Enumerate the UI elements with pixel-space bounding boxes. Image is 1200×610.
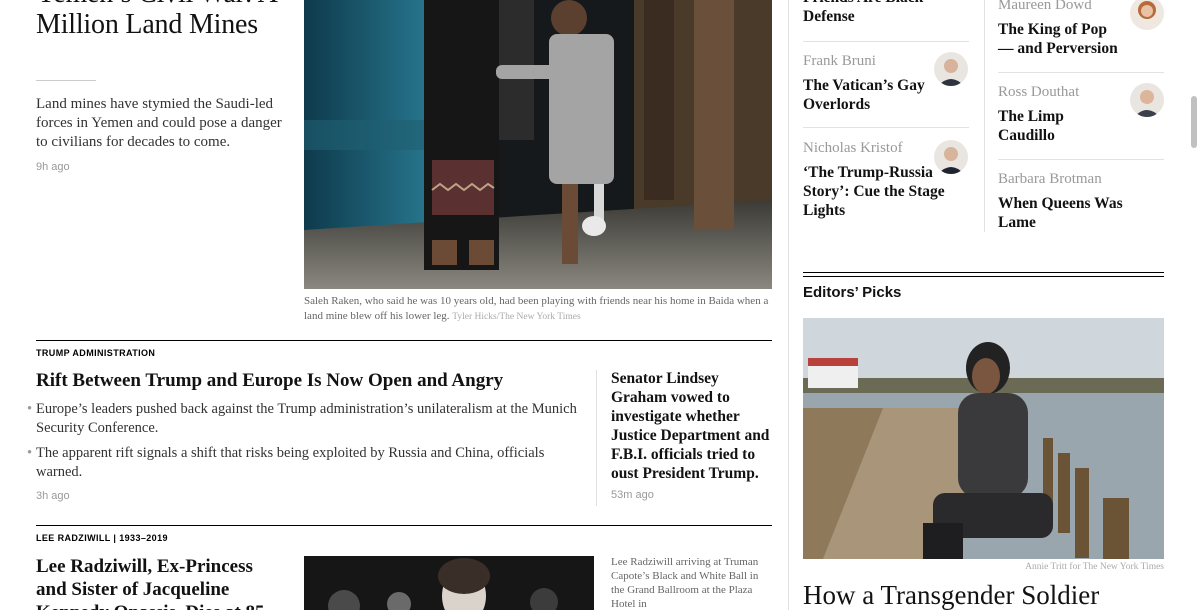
bruni-avatar[interactable]	[934, 52, 968, 86]
lead-story-photo[interactable]	[304, 0, 772, 289]
opinion-headline-0[interactable]: Friends Are Black Defense	[803, 0, 933, 26]
columnist-photo	[1130, 0, 1164, 30]
radziwill-kicker[interactable]: LEE RADZIWILL | 1933–2019	[36, 533, 168, 543]
kristof-avatar[interactable]	[934, 140, 968, 174]
scrollbar-thumb[interactable]	[1191, 96, 1197, 148]
bullet-text: The apparent rift signals a shift that r…	[36, 445, 545, 480]
radziwill-photo[interactable]	[304, 556, 594, 610]
column-divider	[596, 370, 597, 506]
opinion-author-kristof[interactable]: Nicholas Kristof	[803, 140, 903, 157]
radziwill-story-headline[interactable]: Lee Radziwill, Ex-Princess and Sister of…	[36, 555, 286, 610]
divider	[803, 127, 969, 128]
opinion-headline-douthat[interactable]: The Limp Caudillo	[998, 107, 1123, 145]
opinion-headline-brotman[interactable]: When Queens Was Lame	[998, 194, 1133, 232]
landmine-victim-image	[304, 0, 772, 289]
editors-picks-title[interactable]: Editors’ Picks	[803, 284, 901, 301]
lead-story-summary[interactable]: Land mines have stymied the Saudi-led fo…	[36, 95, 290, 152]
columnist-photo	[1130, 83, 1164, 117]
opinion-author-brotman[interactable]: Barbara Brotman	[998, 171, 1102, 188]
rail-divider	[788, 0, 789, 610]
bullet-icon: •	[27, 445, 33, 461]
transgender-soldier-image	[803, 318, 1164, 559]
lead-story-timestamp: 9h ago	[36, 161, 70, 173]
opinion-headline-kristof[interactable]: ‘The Trump-Russia Story’: Cue the Stage …	[803, 163, 963, 220]
radziwill-caption: Lee Radziwill arriving at Truman Capote’…	[611, 556, 759, 610]
divider	[998, 72, 1164, 73]
opinion-author-dowd[interactable]: Maureen Dowd	[998, 0, 1092, 14]
columnist-photo	[934, 140, 968, 174]
editors-picks-headline[interactable]: How a Transgender Soldier	[803, 580, 1164, 610]
opinion-author-bruni[interactable]: Frank Bruni	[803, 53, 876, 70]
opinion-author-douthat[interactable]: Ross Douthat	[998, 84, 1079, 101]
lead-story-headline[interactable]: Yemen’s Civil War: A Million Land Mines	[36, 0, 286, 40]
divider	[36, 80, 96, 81]
opinion-column-divider	[984, 0, 985, 232]
section-divider	[803, 272, 1164, 273]
trump-kicker[interactable]: TRUMP ADMINISTRATION	[36, 348, 155, 358]
dowd-avatar[interactable]	[1130, 0, 1164, 30]
section-divider	[36, 525, 772, 526]
columnist-photo	[934, 52, 968, 86]
lead-photo-caption: Saleh Raken, who said he was 10 years ol…	[304, 294, 772, 325]
editors-picks-credit: Annie Tritt for The New York Times	[1025, 562, 1164, 572]
trump-story-headline[interactable]: Rift Between Trump and Europe Is Now Ope…	[36, 370, 586, 392]
opinion-headline-dowd[interactable]: The King of Pop — and Perversion	[998, 20, 1123, 58]
editors-picks-photo[interactable]	[803, 318, 1164, 559]
graham-story-timestamp: 53m ago	[611, 489, 654, 501]
section-divider	[803, 276, 1164, 277]
radziwill-image	[304, 556, 594, 610]
trump-bullet-1[interactable]: • Europe’s leaders pushed back against t…	[27, 400, 586, 438]
divider	[998, 159, 1164, 160]
photo-credit: Tyler Hicks/The New York Times	[452, 312, 581, 322]
trump-bullet-2[interactable]: • The apparent rift signals a shift that…	[27, 444, 556, 482]
douthat-avatar[interactable]	[1130, 83, 1164, 117]
bullet-icon: •	[27, 401, 33, 417]
graham-story-headline[interactable]: Senator Lindsey Graham vowed to investig…	[611, 369, 773, 483]
opinion-headline-bruni[interactable]: The Vatican’s Gay Overlords	[803, 76, 928, 114]
trump-story-timestamp: 3h ago	[36, 490, 70, 502]
bullet-text: Europe’s leaders pushed back against the…	[36, 401, 577, 436]
divider	[803, 41, 969, 42]
section-divider	[36, 340, 772, 341]
